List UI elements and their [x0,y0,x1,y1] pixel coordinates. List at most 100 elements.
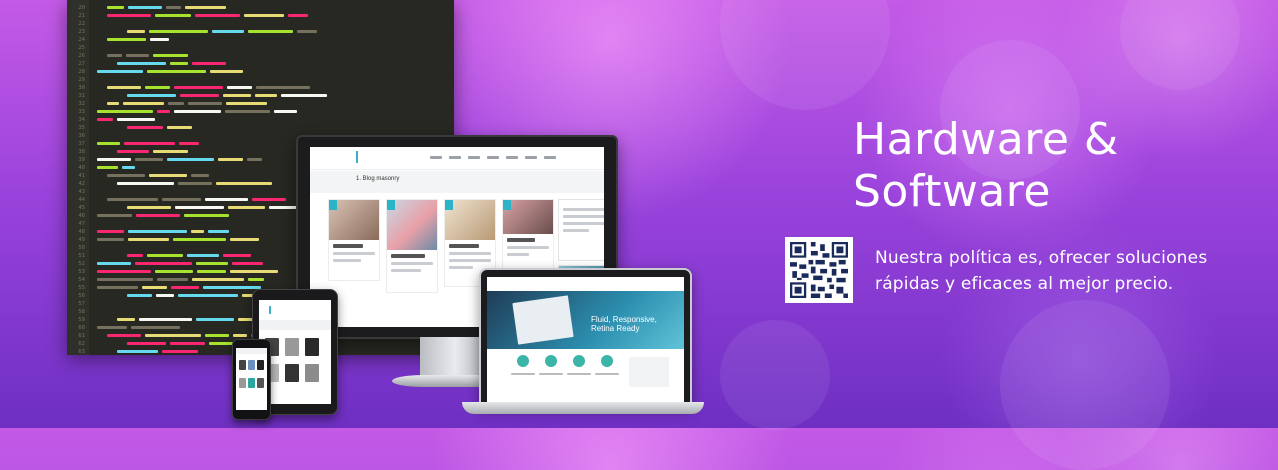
code-token [184,214,229,217]
bokeh-circle [1000,300,1170,470]
code-token [157,110,170,113]
code-token [281,94,327,97]
site-titlebar [310,171,604,193]
code-token [196,318,234,321]
code-token [107,334,141,337]
code-token [170,62,188,65]
code-token [135,262,192,265]
line-number: 60 [78,325,85,331]
code-token [117,318,135,321]
code-token [97,238,124,241]
code-token [127,126,163,129]
code-token [97,270,151,273]
hero-text-line1: Fluid, Responsive, [591,315,657,324]
hero-banner-text: Fluid, Responsive, Retina Ready [591,315,671,333]
code-token [168,102,184,105]
code-token [107,102,119,105]
code-token [178,182,212,185]
code-token [256,86,310,89]
code-line: 30 [67,84,454,92]
code-token [248,278,264,281]
code-token [117,62,166,65]
code-token [97,230,124,233]
code-token [142,286,167,289]
code-token [227,86,252,89]
code-token [179,142,199,145]
code-token [97,110,153,113]
code-token [156,294,174,297]
code-token [126,54,149,57]
line-number: 61 [78,333,85,339]
code-token [191,230,204,233]
qr-code-icon [785,237,853,303]
code-token [188,102,222,105]
code-token [248,30,293,33]
code-token [97,278,153,281]
code-token [162,198,201,201]
blog-post-card [558,199,604,261]
code-token [226,102,267,105]
code-line: 32 [67,100,454,108]
code-token [197,270,226,273]
line-number: 32 [78,101,85,107]
code-token [97,214,132,217]
code-token [297,30,317,33]
code-token [218,158,243,161]
code-token [145,86,170,89]
code-token [205,198,248,201]
code-line: 35 [67,124,454,132]
blog-post-card [386,199,438,293]
line-number: 43 [78,189,85,195]
tagline-line1: Nuestra política es, ofrecer soluciones [875,248,1208,268]
hero-text-line2: Retina Ready [591,324,640,333]
bokeh-circle [720,0,890,110]
code-token [175,206,224,209]
code-token [170,342,205,345]
code-token [203,286,261,289]
code-token [166,6,181,9]
code-line: 20 [67,4,454,12]
code-token [174,86,223,89]
code-line: 21 [67,12,454,20]
code-token [147,254,183,257]
code-token [97,326,127,329]
code-token [97,158,131,161]
line-number: 52 [78,261,85,267]
code-line: 22 [67,20,454,28]
tagline-line2: rápidas y eficaces al mejor precio. [875,274,1174,294]
line-number: 31 [78,93,85,99]
code-token [212,30,244,33]
line-number: 57 [78,301,85,307]
page-title: Hardware & Software [853,114,1273,218]
laptop-hero-banner: Fluid, Responsive, Retina Ready [487,291,684,349]
line-number: 48 [78,229,85,235]
line-number: 33 [78,109,85,115]
code-token [127,342,166,345]
code-token [195,14,240,17]
code-token [225,110,270,113]
phone-screen [236,348,267,410]
line-number: 54 [78,277,85,283]
line-number: 22 [78,21,85,27]
code-line: 25 [67,44,454,52]
code-token [223,94,251,97]
code-token [191,174,209,177]
code-line: 34 [67,116,454,124]
code-token [155,270,193,273]
code-token [135,158,163,161]
blog-post-card [502,199,554,273]
line-number: 30 [78,85,85,91]
line-number: 39 [78,157,85,163]
code-token [123,102,164,105]
bokeh-circle [720,320,830,430]
laptop-device: Fluid, Responsive, Retina Ready [479,268,692,407]
code-token [274,110,297,113]
code-token [192,278,244,281]
line-number: 51 [78,253,85,259]
code-token [255,94,277,97]
code-token [107,14,151,17]
headline-line2: Software [853,166,1051,217]
line-number: 26 [78,53,85,59]
laptop-base [462,402,704,414]
line-number: 21 [78,13,85,19]
